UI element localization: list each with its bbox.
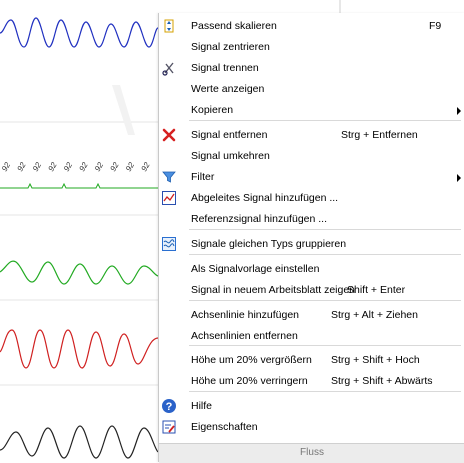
axis-tick-label: 92 (31, 160, 44, 173)
menu-item-label: Abgeleites Signal hinzufügen ... (191, 192, 339, 204)
menu-item-signale-gleichen-typs-gruppieren[interactable]: Signale gleichen Typs gruppieren (159, 234, 464, 255)
menu-item-label: Werte anzeigen (191, 83, 265, 95)
watermark-shape (112, 85, 135, 135)
group-signals-icon (161, 236, 177, 252)
red-signal-trace (0, 329, 159, 369)
footer-label: Fluss (300, 447, 324, 458)
menu-separator (189, 391, 461, 392)
menu-separator (189, 300, 461, 301)
menu-item-shortcut: Strg + Shift + Hoch (331, 354, 420, 366)
menu-item-werte-anzeigen[interactable]: Werte anzeigen (159, 79, 464, 100)
menu-item-label: Achsenlinien entfernen (191, 330, 298, 342)
menu-item-label: Signal entfernen (191, 129, 268, 141)
menu-separator (189, 229, 461, 230)
menu-item-höhe-um-20-vergrößern[interactable]: Höhe um 20% vergrößern Strg + Shift + Hoc… (159, 350, 464, 371)
menu-item-label: Signal trennen (191, 62, 259, 74)
axis-tick-label: 92 (15, 160, 28, 173)
axis-tick-label: 92 (108, 160, 121, 173)
menu-item-label: Höhe um 20% verringern (191, 375, 308, 387)
axis-tick-label: 92 (124, 160, 137, 173)
menu-item-kopieren[interactable]: Kopieren (159, 100, 464, 121)
menu-footer: Fluss (159, 443, 464, 463)
menu-item-shortcut: Strg + Shift + Abwärts (331, 375, 433, 387)
filter-funnel-icon (161, 169, 177, 185)
menu-item-label: Achsenlinie hinzufügen (191, 309, 299, 321)
submenu-arrow-icon (457, 174, 461, 182)
menu-item-label: Signal in neuem Arbeitsblatt zeigen (191, 284, 356, 296)
help-icon: ? (161, 398, 177, 414)
menu-separator (189, 345, 461, 346)
fit-scale-icon (161, 18, 177, 34)
menu-item-label: Kopieren (191, 104, 234, 116)
menu-item-shortcut: Shift + Enter (347, 284, 406, 296)
blue-signal-trace (0, 17, 159, 48)
menu-item-eigenschaften[interactable]: Eigenschaften (159, 417, 464, 438)
axis-tick-label: 92 (139, 160, 152, 173)
menu-item-achsenlinie-hinzufügen[interactable]: Achsenlinie hinzufügen Strg + Alt + Ziehe… (159, 305, 464, 326)
context-menu: Passend skalieren F9 Signal zentrieren Sign… (158, 13, 464, 463)
remove-x-icon (161, 127, 177, 143)
menu-item-label: Referenzsignal hinzufügen ... (191, 213, 328, 225)
menu-item-signal-entfernen[interactable]: Signal entfernen Strg + Entfernen (159, 125, 464, 146)
menu-separator (189, 120, 461, 121)
menu-item-passend-skalieren[interactable]: Passend skalieren F9 (159, 16, 464, 37)
menu-item-label: Signal zentrieren (191, 41, 270, 53)
menu-item-shortcut: F9 (429, 20, 442, 32)
axis-tick-label: 92 (46, 160, 59, 173)
menu-item-label: Eigenschaften (191, 421, 258, 433)
menu-item-referenzsignal-hinzufügen[interactable]: Referenzsignal hinzufügen ... (159, 209, 464, 230)
menu-item-label: Signal umkehren (191, 150, 270, 162)
menu-item-signal-in-neuem-arbeitsblatt-zeigen[interactable]: Signal in neuem Arbeitsblatt zeigen Shift… (159, 280, 464, 301)
axis-tick-label: 92 (62, 160, 75, 173)
menu-item-abgeleites-signal-hinzufügen[interactable]: Abgeleites Signal hinzufügen ... (159, 188, 464, 209)
menu-item-signal-umkehren[interactable]: Signal umkehren (159, 146, 464, 167)
properties-icon (161, 419, 177, 435)
menu-item-label: Höhe um 20% vergrößern (191, 354, 312, 366)
scissors-icon (161, 60, 177, 76)
green-baseline-trace (0, 182, 158, 189)
menu-item-shortcut: Strg + Entfernen (341, 129, 418, 141)
axis-tick-label: 92 (0, 160, 12, 173)
menu-item-shortcut: Strg + Alt + Ziehen (331, 309, 418, 321)
menu-item-höhe-um-20-verringern[interactable]: Höhe um 20% verringern Strg + Shift + Abw… (159, 371, 464, 392)
black-signal-trace (0, 425, 159, 459)
menu-item-label: Hilfe (191, 400, 213, 412)
submenu-arrow-icon (457, 107, 461, 115)
menu-item-signal-zentrieren[interactable]: Signal zentrieren (159, 37, 464, 58)
menu-item-signal-trennen[interactable]: Signal trennen (159, 58, 464, 79)
menu-item-filter[interactable]: Filter (159, 167, 464, 188)
menu-item-hilfe[interactable]: ? Hilfe (159, 396, 464, 417)
menu-item-label: Passend skalieren (191, 20, 277, 32)
derived-signal-icon (161, 190, 177, 206)
axis-tick-label: 92 (93, 160, 106, 173)
svg-text:?: ? (166, 401, 173, 413)
menu-item-label: Filter (191, 171, 215, 183)
menu-item-achsenlinien-entfernen[interactable]: Achsenlinien entfernen (159, 326, 464, 347)
menu-item-label: Als Signalvorlage einstellen (191, 263, 320, 275)
menu-separator (189, 254, 461, 255)
axis-labels: 92 92 92 92 92 92 92 92 92 92 (0, 160, 152, 173)
menu-item-als-signalvorlage-einstellen[interactable]: Als Signalvorlage einstellen (159, 259, 464, 280)
green-signal-trace (0, 260, 159, 285)
menu-item-label: Signale gleichen Typs gruppieren (191, 238, 347, 250)
axis-tick-label: 92 (77, 160, 90, 173)
